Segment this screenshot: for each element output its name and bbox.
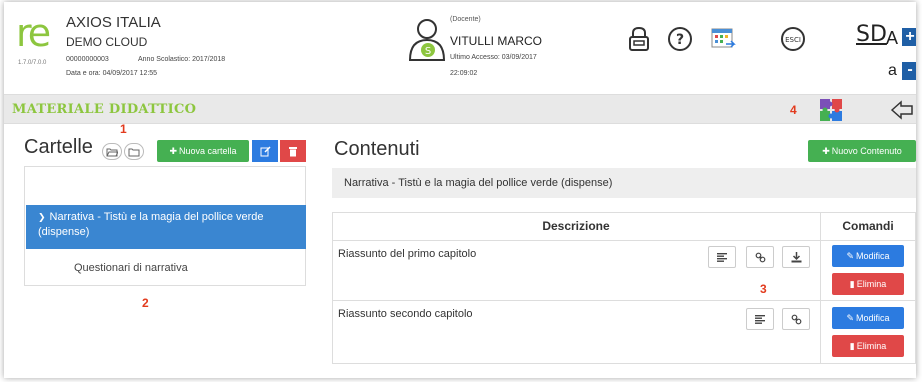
trash-icon: ▮ xyxy=(849,340,855,351)
folders-title: Cartelle xyxy=(24,136,93,158)
link-icon xyxy=(755,252,765,262)
contents-title: Contenuti xyxy=(334,138,420,160)
school-code: 00000000003 xyxy=(66,56,109,63)
column-header-commands: Comandi xyxy=(842,219,894,233)
new-folder-button[interactable]: ✚ Nuova cartella xyxy=(157,140,249,162)
edit-icon: ✎ xyxy=(846,312,855,323)
user-avatar-icon[interactable]: S xyxy=(406,16,448,62)
svg-text:?: ? xyxy=(676,32,684,48)
version-label: 1.7.0/7.0.0 xyxy=(18,60,47,66)
last-access-time: 22:09:02 xyxy=(450,70,478,77)
delete-folder-button[interactable] xyxy=(280,140,306,162)
plus-icon: ✚ xyxy=(169,145,177,156)
school-year: Anno Scolastico: 2017/2018 xyxy=(138,56,226,63)
user-role: (Docente) xyxy=(450,16,481,23)
school-name: AXIOS ITALIA xyxy=(66,14,161,31)
puzzle-icon[interactable] xyxy=(818,97,844,123)
open-folder-button[interactable] xyxy=(102,143,122,160)
download-button[interactable] xyxy=(782,246,810,268)
marker-2: 2 xyxy=(142,296,149,310)
school-subtitle: DEMO CLOUD xyxy=(66,35,148,49)
user-badge: S xyxy=(425,46,431,57)
app-window: re 1.7.0/7.0.0 AXIOS ITALIA DEMO CLOUD 0… xyxy=(4,2,916,378)
font-size-large-label: A xyxy=(886,28,899,48)
chevron-down-icon: ❯ xyxy=(38,212,46,222)
tree-item-child[interactable]: Questionari di narrativa xyxy=(74,262,188,274)
column-header-description: Descrizione xyxy=(542,219,610,233)
logo-text: re xyxy=(16,11,51,55)
modify-button[interactable]: ✎ Modifica xyxy=(832,307,904,329)
delete-button[interactable]: ▮ Elimina xyxy=(832,335,904,357)
font-decrease-button[interactable]: - xyxy=(902,62,916,80)
view-button[interactable] xyxy=(708,246,736,268)
edit-icon xyxy=(260,145,271,156)
font-size-small-label: a xyxy=(888,62,897,79)
font-increase-button[interactable]: + xyxy=(902,28,916,46)
exit-label: ESCI xyxy=(785,36,801,44)
help-icon[interactable]: ? xyxy=(667,26,693,52)
tree-item-selected[interactable]: ❯ Narrativa - Tistù e la magia del pollic… xyxy=(26,205,306,249)
modify-button[interactable]: ✎ Modifica xyxy=(832,245,904,267)
row-divider xyxy=(332,300,916,301)
marker-3: 3 xyxy=(760,282,767,296)
link-button[interactable] xyxy=(746,246,774,268)
sd-label[interactable]: SD xyxy=(856,22,887,47)
link-button[interactable] xyxy=(782,308,810,330)
open-folder-icon xyxy=(106,148,118,156)
view-button[interactable] xyxy=(746,308,774,330)
current-path: Narrativa - Tistù e la magia del pollice… xyxy=(332,168,916,198)
trash-icon xyxy=(289,146,297,156)
link-icon xyxy=(791,314,801,324)
calendar-sync-icon[interactable] xyxy=(710,26,736,52)
align-left-icon xyxy=(716,252,727,262)
logo: re xyxy=(16,14,60,54)
marker-1: 1 xyxy=(120,122,127,136)
lock-icon[interactable] xyxy=(626,26,652,52)
section-titlebar: MATERIALE DIDATTICO 4 xyxy=(4,94,916,124)
delete-button[interactable]: ▮ Elimina xyxy=(832,273,904,295)
marker-4: 4 xyxy=(790,103,797,117)
new-content-button[interactable]: ✚ Nuovo Contenuto xyxy=(808,140,916,162)
current-date: Data e ora: 04/09/2017 12:55 xyxy=(66,70,158,77)
back-arrow-icon[interactable] xyxy=(890,100,914,120)
edit-icon: ✎ xyxy=(846,250,855,261)
download-icon xyxy=(791,251,801,262)
last-access: Ultimo Accesso: 03/09/2017 xyxy=(450,54,537,61)
align-left-icon xyxy=(754,314,765,324)
exit-icon[interactable]: ESCI xyxy=(780,26,806,52)
user-name: VITULLI MARCO xyxy=(450,34,543,48)
row-description: Riassunto secondo capitolo xyxy=(338,308,473,320)
column-divider xyxy=(820,212,821,364)
folder-icon xyxy=(128,148,140,156)
header-divider xyxy=(332,240,916,241)
page-title: MATERIALE DIDATTICO xyxy=(12,102,197,117)
trash-icon: ▮ xyxy=(849,278,855,289)
plus-icon: ✚ xyxy=(822,145,830,156)
edit-folder-button[interactable] xyxy=(252,140,278,162)
header: re 1.7.0/7.0.0 AXIOS ITALIA DEMO CLOUD 0… xyxy=(4,2,916,94)
row-description: Riassunto del primo capitolo xyxy=(338,248,477,260)
folder-button[interactable] xyxy=(124,143,144,160)
